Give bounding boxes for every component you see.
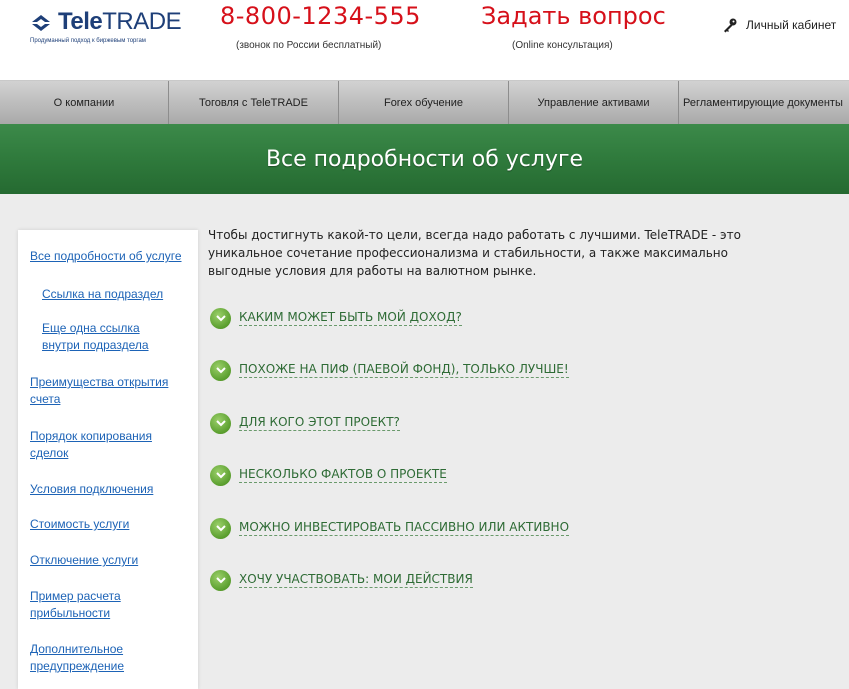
logo-text: TeleTRADE xyxy=(58,8,182,35)
personal-cabinet-link[interactable]: Личный кабинет xyxy=(722,16,836,34)
sidebar-item-copy-procedure[interactable]: Порядок копирования сделок xyxy=(30,428,170,462)
page-banner: Все подробности об услуге xyxy=(0,124,849,194)
accordion-item-invest-mode[interactable]: МОЖНО ИНВЕСТИРОВАТЬ ПАССИВНО ИЛИ АКТИВНО xyxy=(210,517,570,539)
accordion-item-income[interactable]: КАКИМ МОЖЕТ БЫТЬ МОЙ ДОХОД? xyxy=(210,307,462,329)
sidebar-item-all-details[interactable]: Все подробности об услуге xyxy=(30,248,195,265)
chevron-down-icon xyxy=(210,517,231,539)
sidebar-item-extra-warning[interactable]: Дополнительное предупреждение xyxy=(30,641,160,675)
sidebar-item-profit-example[interactable]: Пример расчета прибыльности xyxy=(30,588,150,622)
sidebar-item-service-cost[interactable]: Стоимость услуги xyxy=(30,516,195,533)
sidebar-item-account-benefits[interactable]: Преимущества открытия счета xyxy=(30,374,180,408)
nav-item-forex-education[interactable]: Forex обучение xyxy=(339,81,509,125)
accordion-label: ПОХОЖЕ НА ПИФ (ПАЕВОЙ ФОНД), ТОЛЬКО ЛУЧШ… xyxy=(239,362,569,378)
page-title: Все подробности об услуге xyxy=(265,146,584,172)
logo-tagline: Продуманный подход к биржевым торгам xyxy=(30,38,146,44)
accordion-item-audience[interactable]: ДЛЯ КОГО ЭТОТ ПРОЕКТ? xyxy=(210,412,400,434)
nav-item-trading[interactable]: Тоговля с TeleTRADE xyxy=(169,81,339,125)
logo-mark-icon xyxy=(32,15,50,31)
accordion-item-facts[interactable]: НЕСКОЛЬКО ФАКТОВ О ПРОЕКТЕ xyxy=(210,464,447,486)
accordion-label: НЕСКОЛЬКО ФАКТОВ О ПРОЕКТЕ xyxy=(239,467,447,483)
accordion-item-pif[interactable]: ПОХОЖЕ НА ПИФ (ПАЕВОЙ ФОНД), ТОЛЬКО ЛУЧШ… xyxy=(210,359,569,381)
accordion-label: КАКИМ МОЖЕТ БЫТЬ МОЙ ДОХОД? xyxy=(239,310,462,326)
ask-note: (Online консультация) xyxy=(512,40,613,51)
logo[interactable]: TeleTRADE Продуманный подход к биржевым … xyxy=(30,8,182,48)
chevron-down-icon xyxy=(210,307,231,329)
sidebar-item-connection-terms[interactable]: Условия подключения xyxy=(30,481,195,498)
accordion-label: ДЛЯ КОГО ЭТОТ ПРОЕКТ? xyxy=(239,415,400,431)
sidebar-item-service-disable[interactable]: Отключение услуги xyxy=(30,552,195,569)
header: TeleTRADE Продуманный подход к биржевым … xyxy=(0,0,849,80)
accordion-label: МОЖНО ИНВЕСТИРОВАТЬ ПАССИВНО ИЛИ АКТИВНО xyxy=(239,520,570,536)
nav-item-about[interactable]: О компании xyxy=(0,81,169,125)
chevron-down-icon xyxy=(210,412,231,434)
main-nav: О компании Тоговля с TeleTRADE Forex обу… xyxy=(0,80,849,125)
phone-number[interactable]: 8-800-1234-555 xyxy=(220,2,421,30)
accordion-item-participate[interactable]: ХОЧУ УЧАСТВОВАТЬ: МОИ ДЕЙСТВИЯ xyxy=(210,569,473,591)
nav-item-asset-management[interactable]: Управление активами xyxy=(509,81,679,125)
intro-text: Чтобы достигнуть какой-то цели, всегда н… xyxy=(208,228,741,278)
phone-note: (звонок по России бесплатный) xyxy=(236,40,382,51)
personal-cabinet-label: Личный кабинет xyxy=(746,18,837,32)
chevron-down-icon xyxy=(210,569,231,591)
sidebar-item-another-link[interactable]: Еще одна ссылка внутри подраздела xyxy=(42,320,162,354)
nav-item-regulatory-docs[interactable]: Регламентирующие документы xyxy=(679,81,849,125)
sidebar-item-subsection-link[interactable]: Ссылка на подраздел xyxy=(42,286,182,303)
accordion-label: ХОЧУ УЧАСТВОВАТЬ: МОИ ДЕЙСТВИЯ xyxy=(239,572,473,588)
sidebar: Все подробности об услуге Ссылка на подр… xyxy=(18,230,198,689)
chevron-down-icon xyxy=(210,464,231,486)
key-icon xyxy=(724,18,737,33)
chevron-down-icon xyxy=(210,359,231,381)
ask-question-link[interactable]: Задать вопрос xyxy=(481,2,666,30)
